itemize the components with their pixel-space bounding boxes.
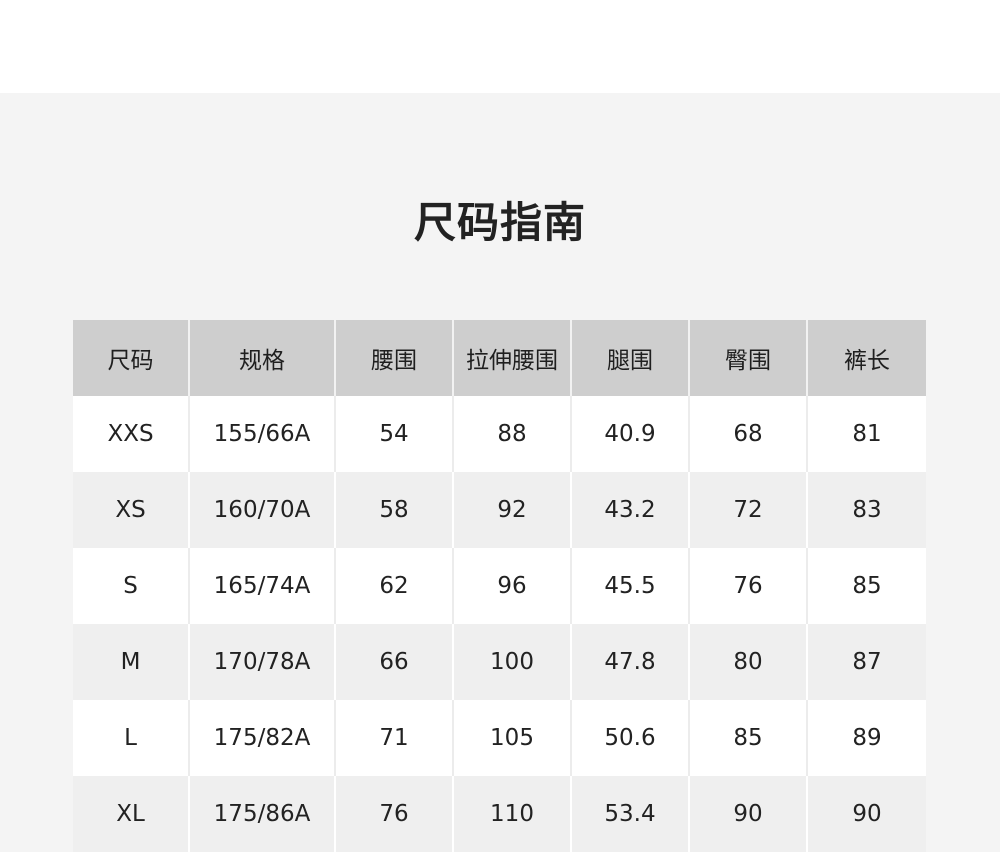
table-cell: 68 — [689, 396, 808, 472]
table-cell: 76 — [335, 776, 454, 852]
header-cell-length: 裤长 — [807, 320, 926, 396]
table-cell: XL — [73, 776, 190, 852]
table-row: XL 175/86A 76 110 53.4 90 90 — [73, 776, 926, 852]
table-cell: 100 — [453, 624, 572, 700]
table-cell: 76 — [689, 548, 808, 624]
size-chart-table: 尺码 规格 腰围 拉伸腰围 腿围 臀围 裤长 XXS 155/66A 54 88… — [73, 320, 926, 852]
table-cell: 105 — [453, 700, 572, 776]
table-cell: 87 — [807, 624, 926, 700]
table-cell: 160/70A — [189, 472, 336, 548]
table-cell: S — [73, 548, 190, 624]
table-cell: 85 — [689, 700, 808, 776]
table-cell: 110 — [453, 776, 572, 852]
table-cell: 85 — [807, 548, 926, 624]
table-cell: M — [73, 624, 190, 700]
table-cell: 40.9 — [571, 396, 690, 472]
page-title: 尺码指南 — [413, 198, 586, 247]
table-row: S 165/74A 62 96 45.5 76 85 — [73, 548, 926, 624]
table-cell: XS — [73, 472, 190, 548]
header-cell-hip: 臀围 — [689, 320, 808, 396]
table-cell: L — [73, 700, 190, 776]
table-cell: 88 — [453, 396, 572, 472]
table-cell: 165/74A — [189, 548, 336, 624]
table-cell: 175/82A — [189, 700, 336, 776]
table-cell: 83 — [807, 472, 926, 548]
table-cell: 81 — [807, 396, 926, 472]
top-white-band — [0, 0, 1000, 93]
table-cell: 80 — [689, 624, 808, 700]
table-cell: 175/86A — [189, 776, 336, 852]
table-cell: 72 — [689, 472, 808, 548]
table-row: XS 160/70A 58 92 43.2 72 83 — [73, 472, 926, 548]
table-cell: 43.2 — [571, 472, 690, 548]
table-cell: 89 — [807, 700, 926, 776]
table-cell: 54 — [335, 396, 454, 472]
table-row: M 170/78A 66 100 47.8 80 87 — [73, 624, 926, 700]
header-cell-thigh: 腿围 — [571, 320, 690, 396]
table-cell: 66 — [335, 624, 454, 700]
table-cell: 92 — [453, 472, 572, 548]
table-cell: 170/78A — [189, 624, 336, 700]
table-cell: 45.5 — [571, 548, 690, 624]
table-cell: 71 — [335, 700, 454, 776]
table-cell: 62 — [335, 548, 454, 624]
header-cell-waist: 腰围 — [335, 320, 454, 396]
header-cell-spec: 规格 — [189, 320, 336, 396]
header-cell-size: 尺码 — [73, 320, 190, 396]
table-cell: 90 — [807, 776, 926, 852]
table-row: XXS 155/66A 54 88 40.9 68 81 — [73, 396, 926, 472]
table-cell: 53.4 — [571, 776, 690, 852]
table-cell: 96 — [453, 548, 572, 624]
table-cell: 90 — [689, 776, 808, 852]
table-cell: XXS — [73, 396, 190, 472]
table-cell: 155/66A — [189, 396, 336, 472]
table-header-row: 尺码 规格 腰围 拉伸腰围 腿围 臀围 裤长 — [73, 320, 926, 396]
table-cell: 47.8 — [571, 624, 690, 700]
table-cell: 58 — [335, 472, 454, 548]
table-cell: 50.6 — [571, 700, 690, 776]
table-row: L 175/82A 71 105 50.6 85 89 — [73, 700, 926, 776]
header-cell-stretch-waist: 拉伸腰围 — [453, 320, 572, 396]
